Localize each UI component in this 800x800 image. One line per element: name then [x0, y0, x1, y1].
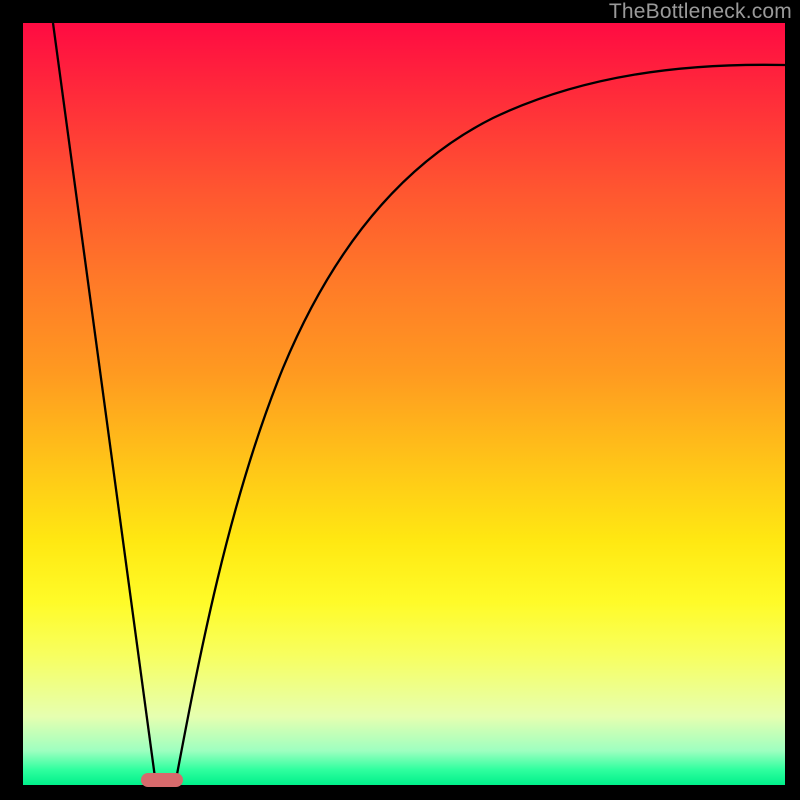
bottleneck-marker: [141, 773, 183, 787]
chart-frame: TheBottleneck.com: [0, 0, 800, 800]
plot-area: [23, 23, 785, 785]
curve-right-branch: [175, 65, 785, 785]
bottleneck-curve: [23, 23, 785, 785]
curve-left-branch: [53, 23, 156, 785]
watermark-text: TheBottleneck.com: [609, 0, 792, 24]
